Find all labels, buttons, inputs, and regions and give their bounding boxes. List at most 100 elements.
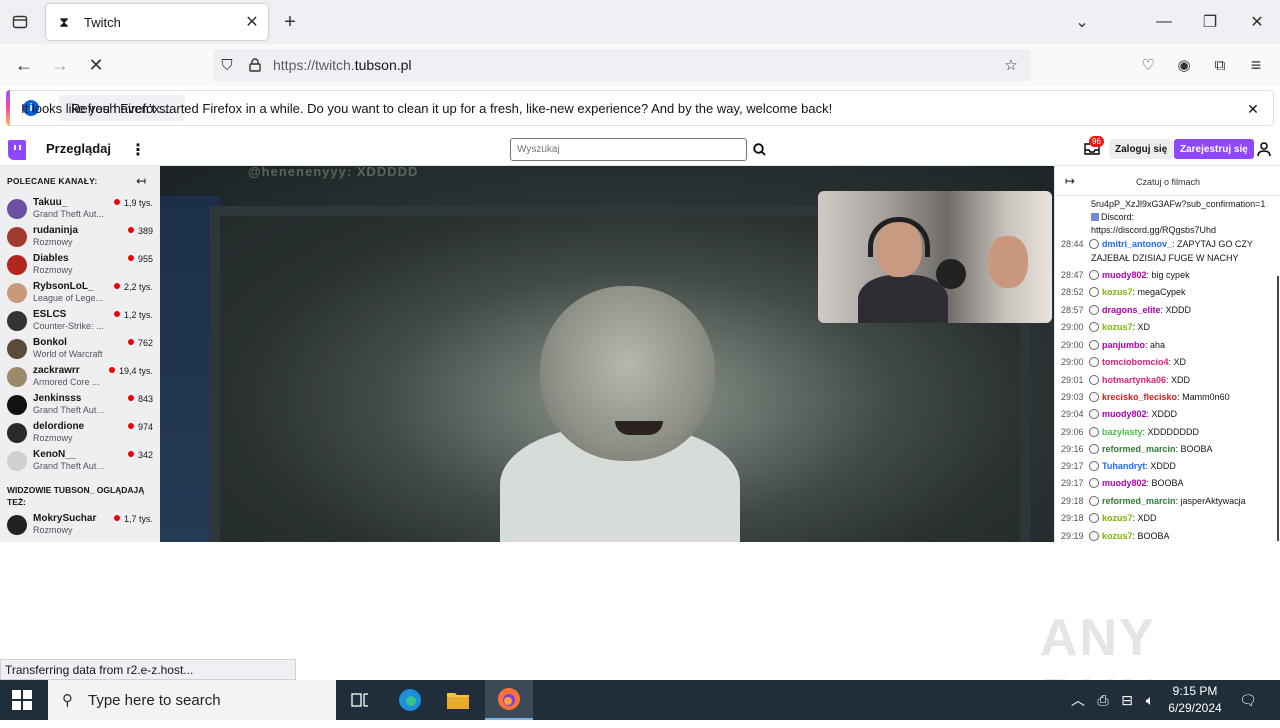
- channel-name: delordione: [33, 421, 85, 432]
- chat-text: Mamm0n60: [1182, 392, 1230, 402]
- sidebar-channel[interactable]: ESLCS Counter-Strike: ... 1,2 tys.: [0, 306, 160, 334]
- restore-button[interactable]: ❐: [1196, 8, 1224, 36]
- search-input[interactable]: Wyszukaj: [510, 138, 747, 161]
- discord-link[interactable]: https://discord.gg/RQgsbs7Uhd: [1091, 224, 1280, 237]
- channel-name: Diables: [33, 253, 69, 264]
- chat-timestamp: 29:17: [1061, 478, 1084, 488]
- taskbar-clock[interactable]: 9:15 PM 6/29/2024: [1160, 683, 1230, 717]
- account-icon[interactable]: ◉: [1170, 51, 1198, 79]
- chat-username[interactable]: bazylasty: [1102, 427, 1143, 437]
- chat-username[interactable]: dmitri_antonov_: [1102, 239, 1172, 249]
- edge-taskbar-button[interactable]: [386, 680, 434, 720]
- back-button[interactable]: ←: [10, 51, 38, 79]
- firefox-view-button[interactable]: [8, 10, 32, 34]
- sidebar-channel[interactable]: rudaninja Rozmowy 389: [0, 222, 160, 250]
- clock-time: 9:15 PM: [1172, 684, 1218, 698]
- pocket-icon[interactable]: ♡: [1134, 51, 1162, 79]
- sidebar-channel[interactable]: Diables Rozmowy 955: [0, 250, 160, 278]
- chat-username[interactable]: dragons_elite: [1102, 305, 1161, 315]
- channel-name: Bonkol: [33, 337, 67, 348]
- chat-text: XDD: [1137, 513, 1157, 523]
- network-icon[interactable]: ⊟: [1117, 680, 1137, 720]
- task-view-button[interactable]: [336, 680, 384, 720]
- sidebar-channel[interactable]: MokrySuchar Rozmowy 1,7 tys.: [0, 510, 160, 538]
- more-options-icon[interactable]: ⋮: [130, 140, 146, 160]
- chat-username[interactable]: kozus7: [1102, 531, 1133, 541]
- channel-viewers: 342: [128, 450, 153, 460]
- user-icon[interactable]: [1256, 141, 1272, 157]
- sidebar-channel[interactable]: RybsonLoL_ League of Lege... 2,2 tys.: [0, 278, 160, 306]
- chat-username[interactable]: muody802: [1102, 409, 1147, 419]
- chat-username[interactable]: reformed_marcin: [1102, 496, 1176, 506]
- lock-icon[interactable]: [241, 51, 269, 79]
- chat-username[interactable]: hotmartynka06: [1102, 375, 1166, 385]
- browse-link[interactable]: Przeglądaj: [46, 141, 111, 156]
- shield-icon[interactable]: ⛉: [213, 51, 241, 79]
- notification-message: It looks like you haven’t started Firefo…: [21, 100, 833, 116]
- chat-username[interactable]: tomciobomcio4: [1102, 357, 1169, 367]
- chat-username[interactable]: kozus7: [1102, 322, 1133, 332]
- search-button[interactable]: [748, 138, 770, 161]
- sidebar-channel[interactable]: Jenkinsss Grand Theft Auto V 843: [0, 390, 160, 418]
- forward-button[interactable]: →: [46, 51, 74, 79]
- chat-pinned-text: 5ru4pP_XzJl9xG3AFw?sub_confirmation=1 Di…: [1091, 198, 1280, 237]
- sidebar-channel[interactable]: Bonkol World of Warcraft 762: [0, 334, 160, 362]
- chat-pre-line[interactable]: 5ru4pP_XzJl9xG3AFw?sub_confirmation=1: [1091, 198, 1280, 211]
- sidebar-channel[interactable]: Takuu_ Grand Theft Aut... 1,9 tys.: [0, 194, 160, 222]
- close-window-button[interactable]: ✕: [1243, 8, 1271, 36]
- close-notification-icon[interactable]: ✕: [1243, 99, 1263, 119]
- extensions-icon[interactable]: ⧉: [1206, 51, 1234, 79]
- tab-twitch[interactable]: ⧗ Twitch ✕: [46, 4, 268, 40]
- collapse-sidebar-icon[interactable]: ↤: [136, 174, 146, 188]
- channel-viewers: 1,9 tys.: [114, 198, 153, 208]
- signup-button[interactable]: Zarejestruj się: [1174, 139, 1254, 159]
- stop-loading-button[interactable]: ✕: [82, 51, 110, 79]
- sidebar-channel[interactable]: zackrawrr Armored Core ... 19,4 tys.: [0, 362, 160, 390]
- url-bar[interactable]: ⛉ https://twitch.tubson.pl ☆: [213, 49, 1031, 81]
- chat-timestamp: 29:16: [1061, 444, 1084, 454]
- sidebar-channel[interactable]: delordione Rozmowy 974: [0, 418, 160, 446]
- video-player[interactable]: @henenenyyy: XDDDDD: [160, 166, 1054, 542]
- close-tab-icon[interactable]: ✕: [240, 10, 264, 34]
- volume-icon[interactable]: 🔈︎: [1140, 680, 1160, 720]
- minimize-button[interactable]: —: [1150, 8, 1178, 36]
- new-tab-button[interactable]: +: [278, 10, 302, 34]
- channel-viewers: 843: [128, 394, 153, 404]
- channel-avatar: [7, 515, 27, 535]
- firefox-taskbar-button[interactable]: [485, 680, 533, 720]
- chat-username[interactable]: kozus7: [1102, 513, 1133, 523]
- start-button[interactable]: [12, 690, 32, 710]
- chat-text: ZAPYTAJ GO CZY: [1177, 239, 1253, 249]
- chat-username[interactable]: kozus7: [1102, 287, 1133, 297]
- chat-username[interactable]: reformed_marcin: [1102, 444, 1176, 454]
- twitch-logo-icon[interactable]: [8, 140, 26, 160]
- chat-scrollbar[interactable]: [1277, 276, 1279, 541]
- chat-timestamp: 29:18: [1061, 496, 1084, 506]
- login-button[interactable]: Zaloguj się: [1109, 139, 1174, 159]
- channel-avatar: [7, 451, 27, 471]
- chat-username[interactable]: panjumbo: [1102, 340, 1145, 350]
- chat-text: XDD: [1171, 375, 1191, 385]
- firefox-icon: [498, 688, 520, 710]
- channel-avatar: [7, 255, 27, 275]
- device-icon[interactable]: ⎙: [1094, 680, 1112, 720]
- clock-date: 6/29/2024: [1168, 701, 1222, 715]
- chat-username[interactable]: krecisko_flecisko: [1102, 392, 1177, 402]
- url-text[interactable]: https://twitch.tubson.pl: [273, 57, 412, 73]
- chat-username[interactable]: muody802: [1102, 270, 1147, 280]
- sidebar-channel[interactable]: KenoN__ Grand Theft Auto V 342: [0, 446, 160, 474]
- webcam-second-person-face: [988, 236, 1028, 288]
- tab-overflow-chevron-icon[interactable]: ⌄: [1068, 8, 1096, 36]
- chat-username[interactable]: muody802: [1102, 478, 1147, 488]
- taskbar-search[interactable]: ⚲ Type here to search: [48, 680, 336, 720]
- chat-badge-icon: [1089, 357, 1099, 367]
- show-hidden-icons-chevron[interactable]: ︿: [1068, 680, 1088, 720]
- refresh-firefox-notification: i It looks like you haven’t started Fire…: [6, 90, 1274, 126]
- notifications-icon[interactable]: 🗨︎: [1236, 680, 1260, 720]
- file-explorer-taskbar-button[interactable]: [434, 680, 482, 720]
- chat-text: jasperAktywacja: [1180, 496, 1246, 506]
- bookmark-star-icon[interactable]: ☆: [997, 51, 1025, 79]
- channel-viewers: 762: [128, 338, 153, 348]
- menu-icon[interactable]: ≡: [1242, 51, 1270, 79]
- chat-username[interactable]: Tuhandryt: [1102, 461, 1145, 471]
